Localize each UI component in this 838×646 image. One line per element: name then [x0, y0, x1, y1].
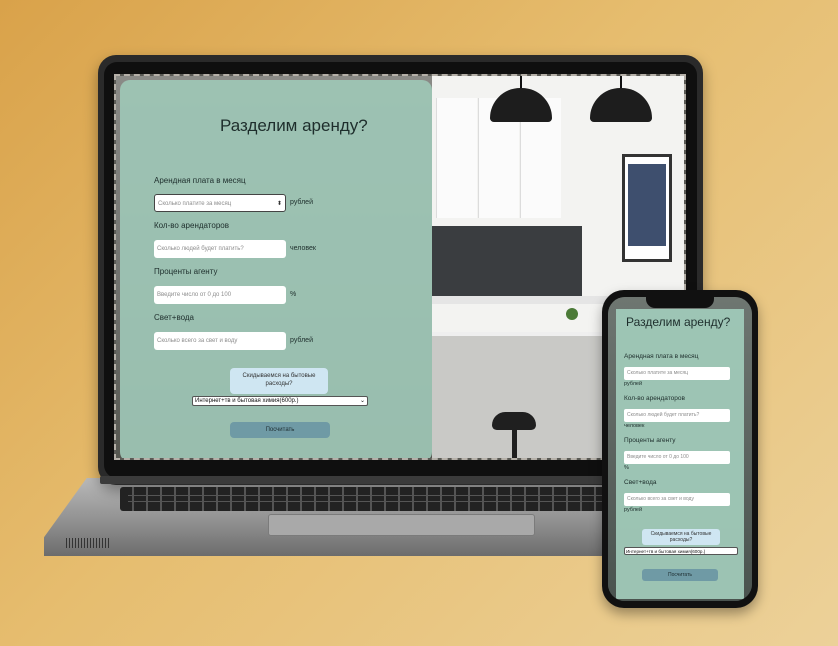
household-select[interactable]: Интернет+тв и бытовая химия(600р.) ⌄: [192, 396, 368, 406]
phone-tenants-label: Кол-во арендаторов: [624, 395, 685, 402]
phone-utilities-unit: рублей: [624, 507, 643, 513]
household-button[interactable]: Скидываемся на бытовые расходы?: [230, 368, 328, 394]
utilities-label: Свет+вода: [154, 313, 195, 322]
phone-rent-input[interactable]: Сколько платите за месяц: [624, 367, 730, 380]
tenants-input[interactable]: Сколько людей будет платить?: [154, 240, 286, 258]
plant-image: [566, 308, 578, 320]
page-title: Разделим аренду?: [220, 116, 368, 135]
phone-agent-input[interactable]: Введите число от 0 до 100: [624, 451, 730, 464]
phone-agent-unit: %: [624, 465, 629, 471]
phone-utilities-input[interactable]: Сколько всего за свет и воду: [624, 493, 730, 506]
agent-input[interactable]: Введите число от 0 до 100: [154, 286, 286, 304]
calculate-button[interactable]: Посчитать: [230, 422, 330, 438]
household-select-value: Интернет+тв и бытовая химия(600р.): [195, 398, 299, 404]
agent-label: Проценты агенту: [154, 267, 218, 276]
utilities-input[interactable]: Сколько всего за свет и воду: [154, 332, 286, 350]
phone-calculate-button[interactable]: Посчитать: [642, 569, 718, 581]
phone-tenants-unit: человек: [624, 423, 645, 429]
phone-household-select[interactable]: Интернет+тв и бытовая химия(600р.): [624, 547, 738, 555]
phone-rent-label: Арендная плата в месяц: [624, 353, 699, 360]
phone-utilities-label: Свет+вода: [624, 479, 657, 486]
form-panel: Разделим аренду? Арендная плата в месяц …: [120, 80, 432, 458]
bar-stool-leg: [512, 428, 517, 458]
laptop-keyboard-rows: [128, 491, 638, 507]
rent-input[interactable]: Сколько платите за месяц ⬍: [154, 194, 286, 212]
wall-picture: [628, 164, 666, 246]
chevron-down-icon: ⌄: [359, 398, 365, 404]
agent-unit: %: [290, 291, 297, 298]
phone-tenants-input[interactable]: Сколько людей будет платить?: [624, 409, 730, 422]
laptop-speaker-grille: [66, 538, 110, 548]
laptop-screen: Разделим аренду? Арендная плата в месяц …: [114, 74, 686, 460]
tenants-label: Кол-во арендаторов: [154, 221, 229, 230]
rent-label: Арендная плата в месяц: [154, 176, 246, 185]
tenants-unit: человек: [290, 245, 316, 252]
laptop-trackpad: [268, 514, 535, 536]
select-arrow-icon: ⬍: [276, 201, 282, 207]
rent-placeholder: Сколько платите за месяц: [158, 201, 232, 207]
phone-household-select-value: Интернет+тв и бытовая химия(600р.): [626, 549, 706, 554]
phone-household-button[interactable]: Скидываемся на бытовые расходы?: [642, 529, 720, 545]
phone-screen: Разделим аренду? Арендная плата в месяц …: [608, 297, 752, 601]
utilities-unit: рублей: [290, 337, 313, 344]
phone-agent-label: Проценты агенту: [624, 437, 676, 444]
phone-page-title: Разделим аренду?: [626, 315, 731, 329]
phone-rent-unit: рублей: [624, 381, 643, 387]
kitchen-backsplash: [432, 226, 582, 296]
rent-unit: рублей: [290, 199, 313, 206]
phone-notch: [646, 296, 714, 308]
kitchen-cabinet: [436, 98, 477, 218]
